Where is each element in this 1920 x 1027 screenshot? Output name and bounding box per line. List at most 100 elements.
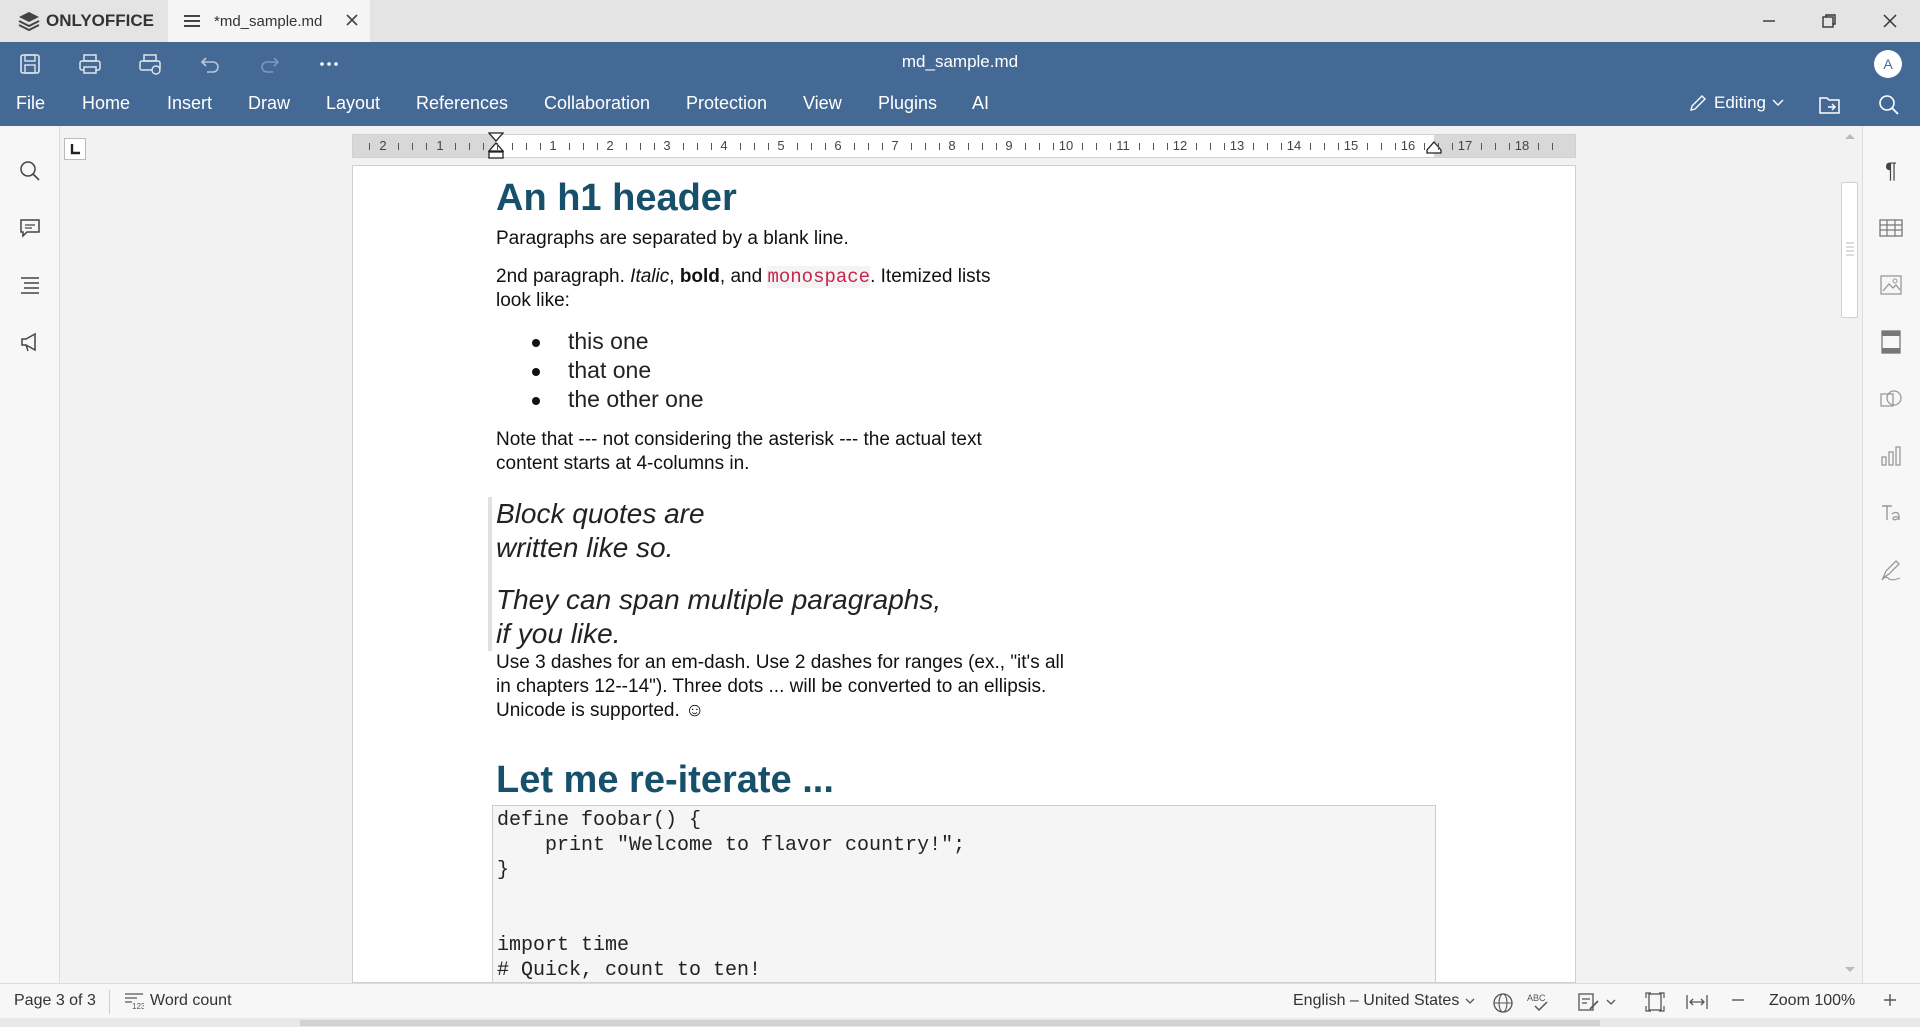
ruler-tick [1038, 143, 1040, 150]
list-item[interactable]: this one [532, 327, 1456, 356]
paragraph[interactable]: Paragraphs are separated by a blank line… [496, 227, 1456, 251]
ruler-tick [483, 143, 484, 150]
header-footer-settings-button[interactable] [1878, 329, 1904, 355]
horizontal-ruler[interactable]: 2 1 1 2 3 4 5 6 7 8 9 10 11 12 13 14 15 … [352, 132, 1576, 159]
word-count-button[interactable]: 123 Word count [124, 992, 232, 1010]
ruler-tick [582, 143, 584, 150]
right-indent-marker-icon[interactable] [1426, 140, 1442, 154]
editing-mode-dropdown[interactable]: Editing [1688, 93, 1784, 113]
ruler-number: 14 [1286, 138, 1302, 153]
signature-settings-button[interactable] [1878, 557, 1904, 583]
tab-collaboration[interactable]: Collaboration [544, 93, 650, 115]
page-indicator[interactable]: Page 3 of 3 [14, 992, 96, 1010]
zoom-in-button[interactable] [1882, 992, 1898, 1008]
paragraph-note[interactable]: Note that --- not considering the asteri… [496, 428, 1456, 476]
chart-settings-button[interactable] [1878, 443, 1904, 469]
zoom-out-button[interactable] [1730, 992, 1746, 1008]
spell-check-icon: ABC [1527, 993, 1548, 1012]
plus-icon [1884, 994, 1896, 1006]
bullet-list[interactable]: this one that one the other one [532, 327, 1456, 414]
title-bar: ONLYOFFICE *md_sample.md [0, 0, 1920, 42]
headings-icon [21, 277, 39, 294]
hamburger-icon[interactable] [184, 14, 200, 28]
block-quote[interactable]: Block quotes are written like so. They c… [488, 497, 1456, 651]
ruler-number: 12 [1172, 138, 1188, 153]
divider [109, 990, 110, 1014]
ruler-tick [981, 143, 983, 150]
list-item[interactable]: that one [532, 356, 1456, 385]
code-block[interactable]: define foobar() { print "Welcome to flav… [492, 805, 1436, 982]
minus-icon [1732, 999, 1744, 1001]
track-changes-button[interactable] [1578, 992, 1616, 1012]
ruler-number: 13 [1229, 138, 1245, 153]
ruler-number: 4 [720, 138, 728, 153]
table-settings-button[interactable] [1878, 215, 1904, 241]
horizontal-scroll-thumb[interactable] [300, 1020, 1600, 1026]
tab-stop-selector[interactable] [64, 138, 86, 160]
list-item[interactable]: the other one [532, 385, 1456, 414]
ruler-tick [1081, 143, 1083, 150]
avatar[interactable]: A [1874, 50, 1902, 78]
close-tab-icon[interactable] [344, 12, 360, 28]
tab-draw[interactable]: Draw [248, 93, 290, 115]
tab-insert[interactable]: Insert [167, 93, 212, 115]
document-content[interactable]: An h1 header Paragraphs are separated by… [488, 166, 1456, 982]
ruler-tick [639, 143, 641, 150]
comments-button[interactable] [17, 215, 43, 241]
restore-button[interactable] [1816, 8, 1842, 34]
status-bar: Page 3 of 3 123 Word count English – Uni… [0, 983, 1920, 1018]
ruler-tick [996, 143, 997, 150]
horizontal-scrollbar[interactable] [0, 1018, 1920, 1027]
open-location-button[interactable] [1817, 92, 1843, 118]
scroll-down-icon[interactable] [1844, 966, 1856, 974]
fit-width-button[interactable] [1686, 992, 1708, 1012]
ruler-number: 8 [948, 138, 956, 153]
minimize-button[interactable] [1756, 8, 1782, 34]
scroll-up-icon[interactable] [1844, 132, 1856, 140]
spell-check-button[interactable]: ABC [1527, 992, 1551, 1014]
indent-marker-icon[interactable] [488, 132, 504, 162]
ruler-tick [525, 143, 527, 150]
megaphone-icon [21, 332, 36, 352]
heading-1[interactable]: An h1 header [496, 176, 1456, 220]
tab-view[interactable]: View [803, 93, 842, 115]
scroll-thumb[interactable] [1841, 182, 1858, 318]
document-tab[interactable]: *md_sample.md [168, 0, 370, 42]
ruler-tick [696, 143, 698, 150]
left-sidebar [0, 126, 60, 983]
tab-layout[interactable]: Layout [326, 93, 380, 115]
heading-2[interactable]: Let me re-iterate ... [496, 758, 1456, 802]
image-settings-button[interactable] [1878, 272, 1904, 298]
shape-settings-button[interactable] [1878, 386, 1904, 412]
paragraph-formatting[interactable]: 2nd paragraph. Italic, bold, and monospa… [496, 265, 1056, 313]
ruler-tick [1252, 143, 1254, 150]
ruler-tick [625, 143, 627, 150]
zoom-level[interactable]: Zoom 100% [1769, 992, 1855, 1010]
search-button[interactable] [1876, 92, 1902, 118]
tab-title: *md_sample.md [214, 12, 323, 30]
ruler-tick [1110, 143, 1111, 150]
editing-label: Editing [1714, 93, 1766, 112]
tab-references[interactable]: References [416, 93, 508, 115]
ruler-number: 7 [891, 138, 899, 153]
text-art-settings-button[interactable] [1878, 500, 1904, 526]
ruler-tick [753, 143, 755, 150]
navigation-button[interactable] [17, 272, 43, 298]
close-window-button[interactable] [1877, 8, 1903, 34]
paragraph-dashes[interactable]: Use 3 dashes for an em-dash. Use 2 dashe… [496, 651, 1136, 723]
chevron-down-icon [1772, 99, 1784, 106]
tab-file[interactable]: File [16, 93, 45, 115]
document-page[interactable]: An h1 header Paragraphs are separated by… [352, 165, 1576, 983]
tab-plugins[interactable]: Plugins [878, 93, 937, 115]
paragraph-settings-button[interactable]: ¶ [1878, 158, 1904, 184]
search-icon [20, 161, 40, 181]
tab-ai[interactable]: AI [972, 93, 989, 115]
feedback-button[interactable] [17, 329, 43, 355]
vertical-scrollbar[interactable] [1838, 126, 1862, 983]
tab-protection[interactable]: Protection [686, 93, 767, 115]
fit-page-button[interactable] [1645, 992, 1665, 1012]
find-button[interactable] [17, 158, 43, 184]
language-selector[interactable]: English – United States [1293, 992, 1475, 1010]
tab-home[interactable]: Home [82, 93, 130, 115]
document-language-button[interactable] [1492, 992, 1514, 1014]
